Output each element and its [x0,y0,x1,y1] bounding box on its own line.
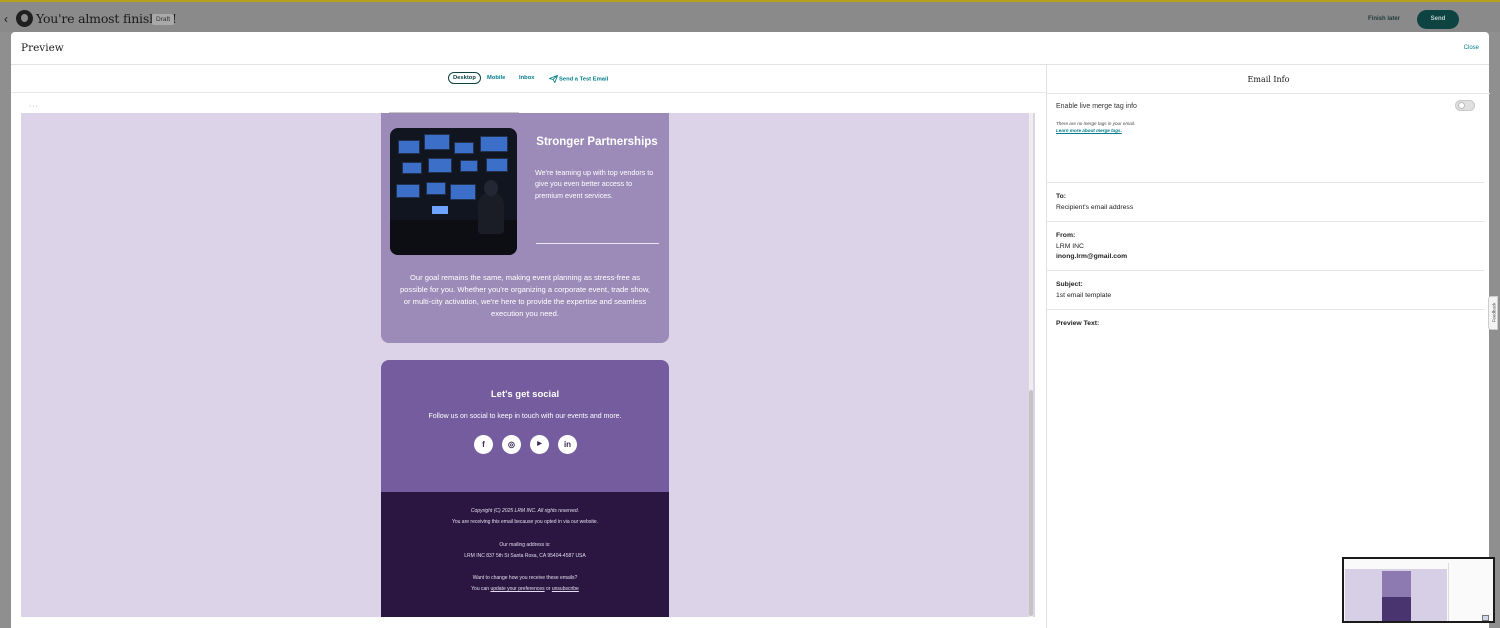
goal-paragraph: Our goal remains the same, making event … [399,273,651,318]
email-feature-section: Stronger Partnerships We're teaming up w… [381,113,669,343]
tab-desktop[interactable]: Desktop [448,72,481,84]
email-social-section: Let's get social Follow us on social to … [381,360,669,617]
top-bar: ‹ You're almost finished! Draft Finish l… [0,0,1500,32]
email-footer: Copyright (C) 2025 LRM INC. All rights r… [381,492,669,617]
facebook-icon[interactable]: f [474,435,493,454]
subject-label: Subject: [1056,281,1083,288]
from-label: From: [1056,232,1076,239]
preview-pane: Desktop Mobile Inbox Send a Test Email ·… [11,65,1046,628]
divider [1047,309,1484,310]
back-icon[interactable]: ‹ [4,12,8,26]
footer-you-can: You can [471,586,490,592]
preview-modal: Preview Close Desktop Mobile Inbox Send … [11,32,1490,628]
tab-send-test-email-label: Send a Test Email [559,76,609,83]
from-name: LRM INC [1056,243,1084,250]
footer-links: You can update your preferences or unsub… [381,586,669,592]
feedback-label: Feedback [1491,302,1497,323]
info-title: Email Info [1247,75,1290,84]
feature-body: We're teaming up with top vendors to giv… [535,168,654,200]
footer-change-prompt: Want to change how you receive these ema… [472,575,578,581]
merge-note-text: There are no merge tags in your email. [1056,121,1136,126]
linkedin-icon[interactable]: in [558,435,577,454]
from-email: inong.lrm@gmail.com [1056,253,1128,260]
subject-value: 1st email template [1056,292,1112,299]
more-options-icon[interactable]: ··· [29,103,39,110]
feedback-tab[interactable]: Feedback [1488,296,1498,330]
merge-tag-note: There are no merge tags in your email. L… [1056,121,1135,134]
to-value: Recipient's email address [1056,204,1134,211]
preview-tabs: Desktop Mobile Inbox Send a Test Email [11,65,1046,93]
youtube-icon[interactable]: ▶ [530,435,549,454]
divider [1047,93,1490,94]
send-button[interactable]: Send [1417,10,1459,29]
footer-address: LRM INC 837 5th St Santa Rosa, CA 95404-… [464,553,586,559]
update-preferences-link[interactable]: update your preferences [490,586,544,592]
toggle-knob [1458,102,1465,109]
modal-header: Preview Close [11,32,1489,65]
social-icons: f ◎ ▶ in [474,435,578,455]
divider [1047,221,1484,222]
canvas-toolbar: ··· [21,103,1035,113]
scrollbar-thumb[interactable] [1029,390,1033,616]
status-badge: Draft [152,14,175,25]
mailchimp-logo-icon [16,10,33,27]
merge-tag-label: Enable live merge tag info [1056,103,1137,110]
close-button[interactable]: Close [1464,45,1479,51]
social-title: Let's get social [490,389,560,400]
control-room-image [390,128,517,255]
divider [1047,270,1484,271]
footer-mailing-label: Our mailing address is: [499,542,551,548]
footer-copyright: Copyright (C) 2025 LRM INC. All rights r… [470,508,580,514]
preview-text-label: Preview Text: [1056,320,1100,327]
canvas-tab-stub [389,106,519,113]
finish-later-button[interactable]: Finish later [1368,16,1400,22]
tab-inbox[interactable]: Inbox [519,75,534,81]
modal-title: Preview [21,42,64,54]
email-preview-canvas[interactable]: ··· Stronger Partnerships We're teaming … [21,103,1035,617]
merge-tag-toggle[interactable] [1455,100,1475,111]
page-minimap[interactable] [1342,557,1495,623]
unsubscribe-link[interactable]: unsubscribe [552,586,579,592]
footer-or: or [546,586,551,592]
tab-mobile[interactable]: Mobile [487,75,505,81]
divider [536,243,659,244]
footer-opt-in: You are receiving this email because you… [451,519,598,525]
instagram-icon[interactable]: ◎ [502,435,521,454]
social-body: Follow us on social to keep in touch wit… [428,413,622,420]
paper-plane-icon [549,75,558,83]
divider [1047,182,1484,183]
to-label: To: [1056,193,1067,200]
tab-send-test-email[interactable]: Send a Test Email [549,75,608,83]
feature-title: Stronger Partnerships [536,136,658,148]
merge-tags-learn-more-link[interactable]: Learn more about merge tags. [1056,128,1135,135]
email-info-pane: Email Info Enable live merge tag info Th… [1046,65,1490,628]
